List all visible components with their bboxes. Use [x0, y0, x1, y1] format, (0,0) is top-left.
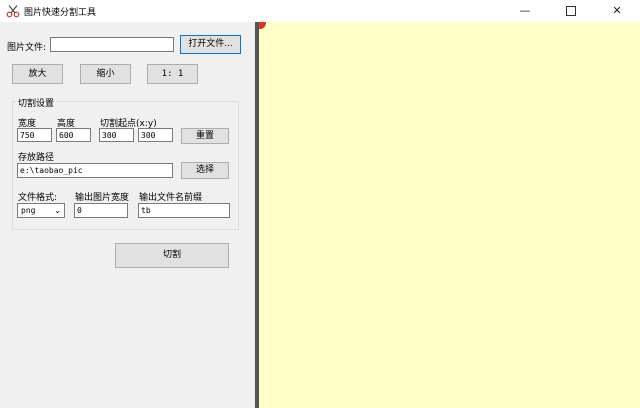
- maximize-icon: [566, 6, 576, 16]
- output-width-label: 输出图片宽度: [75, 193, 130, 203]
- choose-path-button[interactable]: 选择: [181, 162, 229, 179]
- filename-prefix-label: 输出文件名前缀: [139, 193, 203, 203]
- origin-x-input[interactable]: [99, 128, 134, 142]
- scissors-icon: [6, 5, 20, 18]
- close-button[interactable]: ✕: [594, 0, 640, 22]
- cut-settings-title: 切割设置: [16, 96, 57, 109]
- image-file-label: 图片文件:: [7, 43, 47, 53]
- width-input[interactable]: [17, 128, 52, 142]
- window-title: 图片快速分割工具: [24, 8, 97, 18]
- origin-y-input[interactable]: [138, 128, 173, 142]
- height-input[interactable]: [56, 128, 91, 142]
- filename-prefix-input[interactable]: [138, 203, 230, 218]
- minimize-button[interactable]: —: [502, 0, 548, 22]
- file-format-value: png: [21, 206, 36, 215]
- save-path-label: 存放路径: [18, 153, 55, 163]
- output-width-input[interactable]: [74, 203, 128, 218]
- zoom-in-button[interactable]: 放大: [12, 64, 63, 84]
- file-format-label: 文件格式:: [18, 193, 58, 203]
- title-bar: 图片快速分割工具 — ✕: [0, 0, 640, 22]
- save-path-input[interactable]: [17, 163, 173, 178]
- maximize-button[interactable]: [548, 0, 594, 22]
- cut-button[interactable]: 切割: [115, 243, 229, 268]
- image-preview-canvas[interactable]: [259, 22, 640, 408]
- minimize-icon: —: [519, 4, 531, 17]
- zoom-out-button[interactable]: 缩小: [80, 64, 131, 84]
- chevron-down-icon: ⌄: [54, 206, 61, 215]
- close-icon: ✕: [612, 4, 622, 17]
- file-format-select[interactable]: png ⌄: [17, 203, 65, 218]
- actual-size-button[interactable]: 1: 1: [147, 64, 198, 84]
- open-file-button[interactable]: 打开文件...: [180, 35, 241, 54]
- image-file-input[interactable]: [50, 37, 174, 52]
- reset-button[interactable]: 重置: [181, 128, 229, 144]
- origin-marker-icon: [259, 22, 266, 29]
